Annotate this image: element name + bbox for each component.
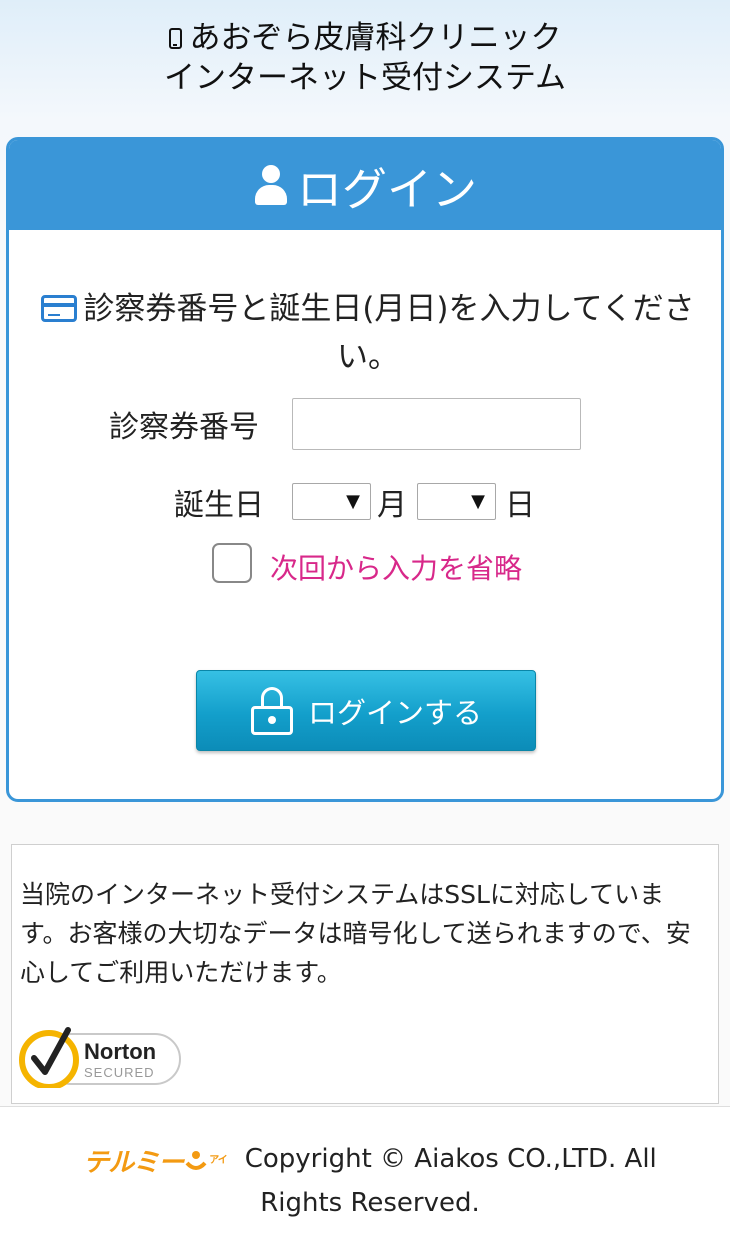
birth-day-select[interactable]: ▼	[417, 483, 496, 520]
login-card: ログイン 診察券番号と誕生日(月日)を入力してください。 診察券番号 誕生日 ▼…	[6, 137, 724, 802]
login-title: ログイン	[296, 162, 477, 216]
lock-icon	[250, 686, 294, 735]
telmee-logo-text: テルミー	[83, 1148, 184, 1178]
telmee-logo: テルミー アイ	[83, 1141, 227, 1183]
footer: テルミー アイ Copyright © Aiakos CO.,LTD. All Ri…	[0, 1106, 730, 1245]
remember-label[interactable]: 次回から入力を省略	[270, 547, 522, 587]
remember-checkbox[interactable]	[212, 543, 252, 583]
credit-card-icon	[41, 295, 78, 322]
copyright-text: Copyright © Aiakos CO.,LTD. All Rights R…	[244, 1144, 657, 1218]
ssl-notice-text: 当院のインターネット受付システムはSSLに対応しています。お客様の大切なデータは…	[20, 880, 691, 987]
instruction-text: 診察券番号と誕生日(月日)を入力してください。	[83, 291, 695, 375]
clinic-name: あおぞら皮膚科クリニック	[189, 20, 562, 56]
dropdown-arrow-icon: ▼	[346, 491, 360, 512]
norton-sub: SECURED	[84, 1065, 155, 1080]
ssl-notice: 当院のインターネット受付システムはSSLに対応しています。お客様の大切なデータは…	[11, 844, 719, 1104]
system-name: インターネット受付システム	[163, 60, 567, 96]
clinic-name-line: あおぞら皮膚科クリニック	[0, 18, 730, 58]
login-button[interactable]: ログインする	[196, 670, 536, 751]
norton-secured-badge[interactable]: Norton SECURED	[18, 1020, 184, 1088]
telmee-mark-icon	[185, 1151, 207, 1170]
footer-content: テルミー アイ Copyright © Aiakos CO.,LTD. All Ri…	[50, 1139, 690, 1223]
month-unit: 月	[377, 488, 407, 523]
dropdown-arrow-icon: ▼	[471, 491, 485, 512]
norton-name: Norton	[84, 1039, 156, 1064]
birthday-label: 誕生日	[174, 488, 264, 523]
login-instruction: 診察券番号と誕生日(月日)を入力してください。	[23, 285, 713, 381]
birth-month-select[interactable]: ▼	[292, 483, 371, 520]
login-card-header: ログイン	[9, 140, 721, 230]
user-icon	[253, 165, 289, 205]
day-unit: 日	[505, 488, 535, 523]
telmee-logo-sub: アイ	[209, 1155, 227, 1166]
login-button-label: ログインする	[307, 695, 482, 730]
card-number-label: 診察券番号	[109, 410, 259, 445]
card-number-input[interactable]	[292, 398, 581, 450]
smartphone-icon	[168, 28, 182, 49]
site-header: あおぞら皮膚科クリニック インターネット受付システム	[0, 18, 730, 98]
